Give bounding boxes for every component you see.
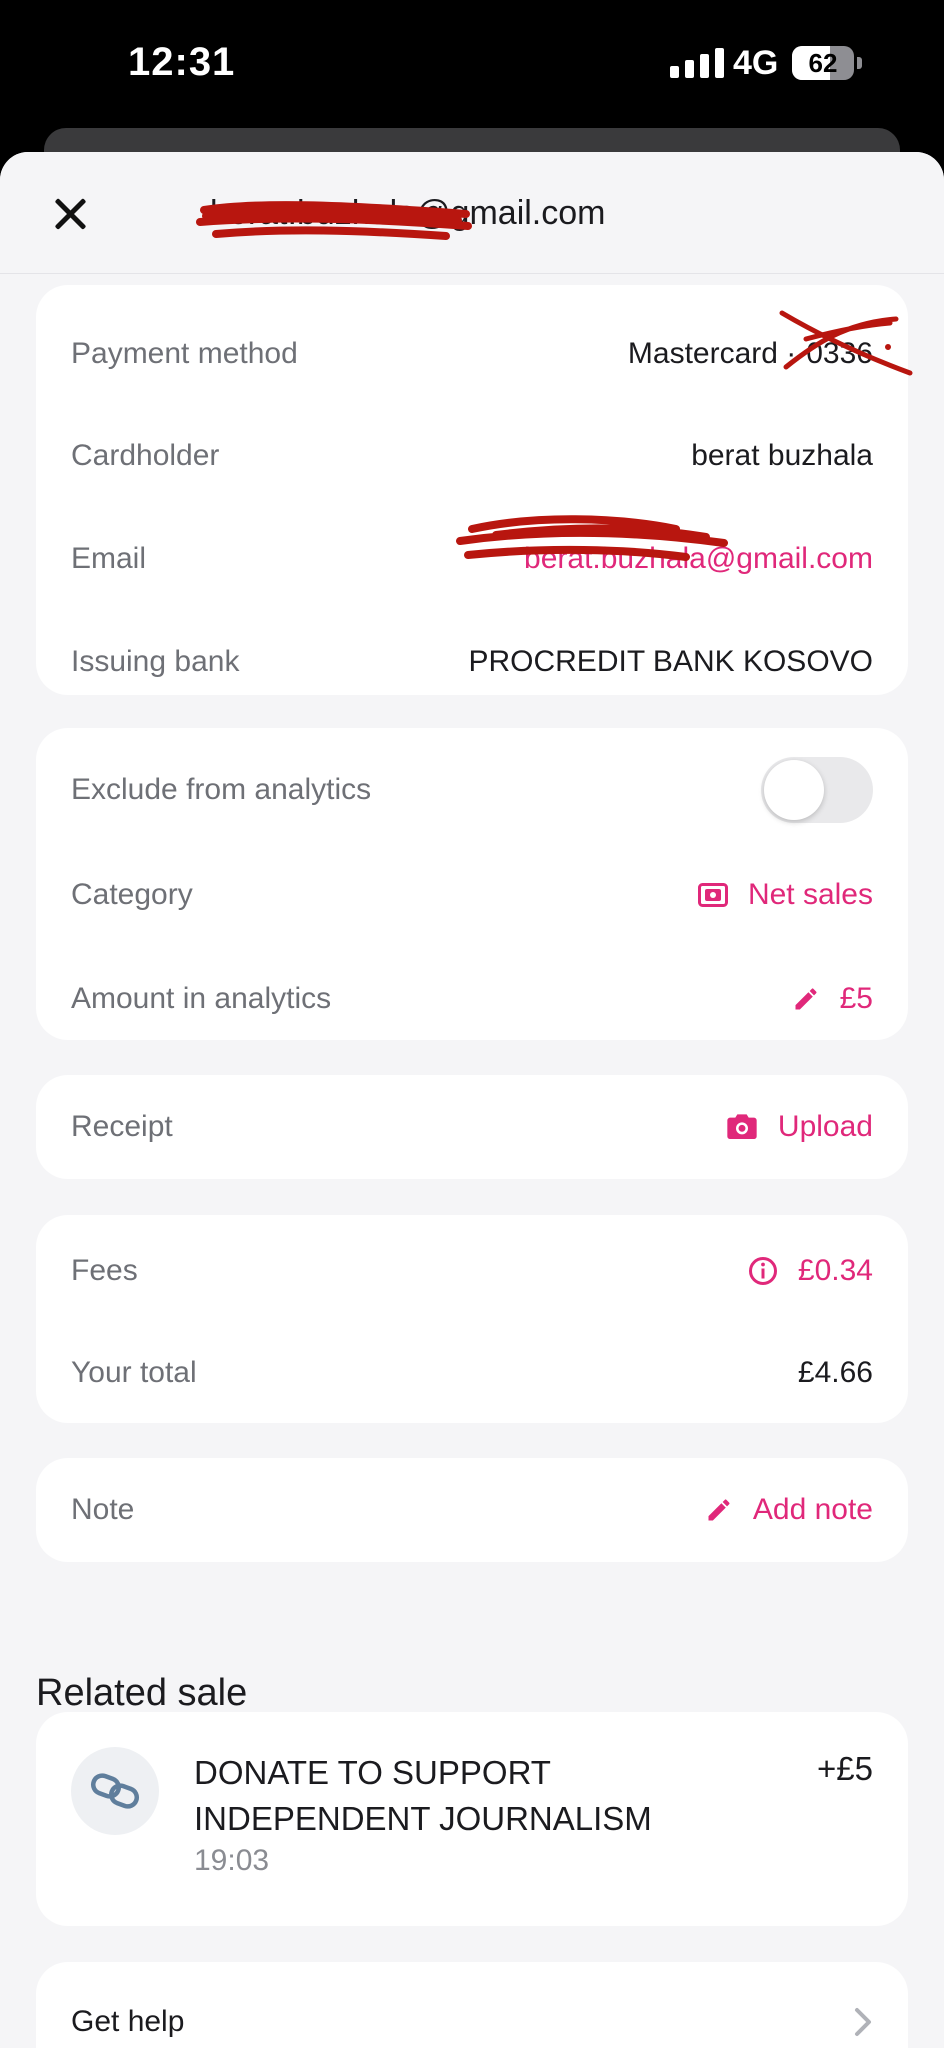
exclude-analytics-label: Exclude from analytics	[71, 773, 372, 806]
total-value: £4.66	[797, 1356, 873, 1389]
upload-receipt-button[interactable]: Upload	[726, 1110, 873, 1144]
camera-icon	[727, 1114, 757, 1139]
info-icon	[748, 1257, 777, 1285]
email-label: Email	[71, 542, 147, 575]
category-selector[interactable]: Net sales	[697, 878, 873, 912]
battery-icon: 62	[792, 46, 854, 80]
pencil-icon	[795, 988, 817, 1010]
category-value: Net sales	[747, 878, 873, 911]
cardholder-value: berat buzhala	[691, 439, 873, 472]
issuing-bank-value: PROCREDIT BANK KOSOVO	[468, 645, 873, 678]
get-help-label: Get help	[71, 2005, 185, 2038]
amount-analytics-edit[interactable]: £5	[792, 982, 873, 1016]
cardholder-row: Cardholder berat buzhala	[71, 426, 873, 486]
analytics-card: Exclude from analytics Category Net sale…	[36, 728, 908, 1040]
receipt-label: Receipt	[71, 1110, 173, 1143]
chevron-right-icon	[855, 2008, 871, 2036]
close-button[interactable]	[46, 190, 94, 238]
signal-icon	[670, 48, 724, 78]
network-type: 4G	[733, 44, 779, 82]
fees-row: Fees £0.34	[71, 1241, 873, 1301]
issuing-bank-row: Issuing bank PROCREDIT BANK KOSOVO	[71, 632, 873, 692]
amount-analytics-value: £5	[839, 982, 873, 1015]
battery-tip	[857, 57, 862, 69]
amount-analytics-row: Amount in analytics £5	[71, 969, 873, 1029]
total-label: Your total	[71, 1356, 197, 1389]
exclude-analytics-row: Exclude from analytics	[71, 757, 873, 823]
note-label: Note	[71, 1493, 135, 1526]
payment-method-value: Mastercard ··0336	[627, 337, 873, 370]
link-icon	[90, 1773, 140, 1809]
total-row: Your total £4.66	[71, 1343, 873, 1403]
payment-method-label: Payment method	[71, 337, 298, 370]
fees-info-button[interactable]: £0.34	[748, 1254, 873, 1288]
amount-analytics-label: Amount in analytics	[71, 982, 332, 1015]
note-row: Note Add note	[71, 1480, 873, 1540]
add-note-button[interactable]: Add note	[705, 1493, 873, 1527]
transaction-sheet: berat.buzhala@gmail.com Payment method M…	[0, 152, 944, 2048]
fees-card: Fees £0.34 Your total £4.66	[36, 1215, 908, 1423]
sheet-header: berat.buzhala@gmail.com	[0, 152, 944, 274]
fees-label: Fees	[71, 1254, 138, 1287]
battery-level: 62	[808, 48, 838, 78]
related-sale-time: 19:03	[194, 1844, 270, 1877]
related-sale-amount: +£5	[817, 1750, 873, 1787]
cardholder-label: Cardholder	[71, 439, 220, 472]
get-help-row: Get help	[71, 1992, 873, 2048]
add-note-label: Add note	[752, 1493, 873, 1526]
upload-label: Upload	[777, 1110, 873, 1143]
header-title: berat.buzhala@gmail.com	[210, 194, 606, 232]
email-row: Email berat.buzhala@gmail.com	[71, 529, 873, 589]
pencil-icon	[708, 1499, 730, 1521]
status-time: 12:31	[128, 40, 236, 84]
related-sale-title: DONATE TO SUPPORT INDEPENDENT JOURNALISM	[194, 1754, 652, 1837]
email-link[interactable]: berat.buzhala@gmail.com	[524, 542, 873, 576]
payment-method-row: Payment method Mastercard ··0336	[71, 324, 873, 384]
category-row: Category Net sales	[71, 865, 873, 925]
link-icon-badge	[71, 1747, 159, 1835]
related-sale-card[interactable]: DONATE TO SUPPORT INDEPENDENT JOURNALISM…	[36, 1712, 908, 1926]
issuing-bank-label: Issuing bank	[71, 645, 240, 678]
banknote-icon	[697, 883, 728, 907]
receipt-row: Receipt Upload	[71, 1097, 873, 1157]
get-help-card[interactable]: Get help	[36, 1962, 908, 2048]
payment-details-card: Payment method Mastercard ··0336 Cardhol…	[36, 285, 913, 695]
receipt-card: Receipt Upload	[36, 1075, 908, 1179]
category-label: Category	[71, 878, 193, 911]
fees-value: £0.34	[797, 1254, 873, 1287]
note-card: Note Add note	[36, 1458, 908, 1562]
related-sale-heading: Related sale	[36, 1672, 248, 1714]
exclude-analytics-toggle[interactable]	[761, 757, 873, 823]
toggle-knob	[764, 760, 824, 820]
